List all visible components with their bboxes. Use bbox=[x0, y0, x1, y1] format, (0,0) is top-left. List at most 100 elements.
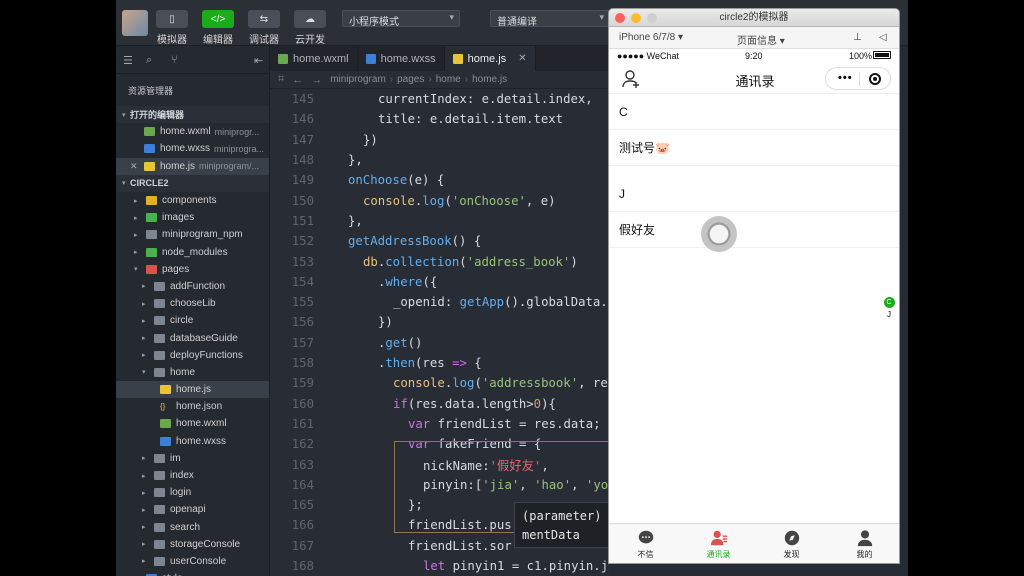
chevron-right-icon[interactable]: ▸ bbox=[134, 197, 142, 205]
tree-item[interactable]: ▸ miniprogram_npm bbox=[116, 226, 269, 243]
index-letter[interactable]: J bbox=[883, 310, 895, 319]
tree-item[interactable]: ▸ im bbox=[116, 450, 269, 467]
tab-messages[interactable]: 不信 bbox=[609, 524, 682, 563]
code-line[interactable]: 151}, bbox=[270, 211, 610, 231]
simulator-toggle-button[interactable]: ▯ bbox=[156, 10, 188, 28]
minimize-window-icon[interactable] bbox=[631, 13, 641, 23]
code-line[interactable]: 158 .then(res => { bbox=[270, 353, 610, 373]
code-line[interactable]: 145 currentIndex: e.detail.index, bbox=[270, 89, 610, 109]
code-line[interactable]: 154 .where({ bbox=[270, 272, 610, 292]
open-editor-item[interactable]: home.wxss miniprogra... bbox=[116, 140, 269, 157]
chevron-right-icon[interactable]: ▸ bbox=[142, 282, 150, 290]
contact-item[interactable]: 假好友 bbox=[609, 212, 899, 248]
tree-item[interactable]: ▸ openapi bbox=[116, 501, 269, 518]
debugger-toggle-button[interactable]: ⇆ bbox=[248, 10, 280, 28]
tree-item[interactable]: ▸ node_modules bbox=[116, 244, 269, 261]
branch-icon[interactable]: ⑂ bbox=[171, 54, 178, 66]
chevron-right-icon[interactable]: ▸ bbox=[134, 231, 142, 239]
chevron-right-icon[interactable]: ▸ bbox=[142, 489, 150, 497]
tree-item[interactable]: {} home.json bbox=[116, 398, 269, 415]
code-line[interactable]: 160 if(res.data.length>0){ bbox=[270, 394, 610, 414]
tree-item[interactable]: home.wxml bbox=[116, 415, 269, 432]
user-avatar[interactable] bbox=[122, 10, 148, 36]
close-icon[interactable]: ✕ bbox=[518, 53, 526, 64]
chevron-down-icon[interactable]: ▾ bbox=[134, 265, 142, 273]
chevron-right-icon[interactable]: ▸ bbox=[142, 300, 150, 308]
project-header[interactable]: ▾ CIRCLE2 bbox=[116, 174, 269, 192]
chevron-right-icon[interactable]: ▸ bbox=[142, 454, 150, 462]
tree-item[interactable]: ▸ search bbox=[116, 519, 269, 536]
open-editor-item[interactable]: home.js miniprogram/... ✕ bbox=[116, 157, 269, 175]
more-icon[interactable]: ••• bbox=[838, 72, 853, 84]
code-line[interactable]: 153 db.collection('address_book') bbox=[270, 251, 610, 271]
code-line[interactable]: 155 _openid: getApp().globalData. bbox=[270, 292, 610, 312]
compile-select[interactable]: 普通编译 bbox=[490, 10, 610, 28]
tree-item[interactable]: ▸ chooseLib bbox=[116, 295, 269, 312]
list-icon[interactable]: ☰ bbox=[123, 54, 133, 67]
sound-icon[interactable]: ◁ bbox=[879, 32, 887, 43]
tree-item[interactable]: ▸style bbox=[116, 570, 269, 576]
tree-item[interactable]: home.js bbox=[116, 381, 269, 399]
tab-home-wxss[interactable]: home.wxss bbox=[358, 46, 445, 71]
chevron-right-icon[interactable]: ▸ bbox=[142, 317, 150, 325]
tree-item[interactable]: ▾ pages bbox=[116, 261, 269, 278]
tree-item[interactable]: ▸ storageConsole bbox=[116, 536, 269, 553]
close-window-icon[interactable] bbox=[615, 13, 625, 23]
chevron-right-icon[interactable]: ▸ bbox=[142, 472, 150, 480]
tree-item[interactable]: ▸ components bbox=[116, 192, 269, 209]
chevron-right-icon[interactable]: ▸ bbox=[134, 248, 142, 256]
back-arrow-icon[interactable]: ← bbox=[292, 74, 303, 86]
alphabet-index-bar[interactable]: C J bbox=[883, 297, 895, 319]
close-miniprogram-icon[interactable] bbox=[869, 73, 881, 85]
close-icon[interactable]: ✕ bbox=[130, 161, 138, 172]
chevron-right-icon[interactable]: ▸ bbox=[142, 540, 150, 548]
tree-item[interactable]: ▸ databaseGuide bbox=[116, 329, 269, 346]
code-line[interactable]: 157 .get() bbox=[270, 333, 610, 353]
tree-item[interactable]: ▸ deployFunctions bbox=[116, 347, 269, 364]
tab-home-js[interactable]: home.js ✕ bbox=[444, 46, 536, 71]
chevron-right-icon[interactable]: ▸ bbox=[134, 214, 142, 222]
code-line[interactable]: 147}) bbox=[270, 130, 610, 150]
tab-me[interactable]: 我的 bbox=[828, 524, 899, 563]
tree-item[interactable]: ▸ images bbox=[116, 209, 269, 226]
chevron-down-icon[interactable]: ▾ bbox=[142, 368, 150, 376]
code-line[interactable]: 146 title: e.detail.item.text bbox=[270, 109, 610, 129]
zoom-window-icon[interactable] bbox=[647, 13, 657, 23]
chevron-right-icon[interactable]: ▸ bbox=[142, 506, 150, 514]
code-line[interactable]: 164 pinyin:['jia', 'hao', 'yo bbox=[270, 475, 610, 495]
tree-item[interactable]: home.wxss bbox=[116, 433, 269, 450]
code-line[interactable]: 168 let pinyin1 = c1.pinyin.j bbox=[270, 556, 610, 576]
collapse-icon[interactable]: ⇤ bbox=[254, 54, 263, 67]
code-line[interactable]: 150 console.log('onChoose', e) bbox=[270, 191, 610, 211]
chevron-right-icon[interactable]: ▸ bbox=[142, 351, 150, 359]
tree-item[interactable]: ▸ index bbox=[116, 467, 269, 484]
breadcrumb-item[interactable]: home bbox=[436, 74, 461, 85]
tab-contacts[interactable]: 通讯录 bbox=[682, 524, 755, 563]
tab-home-wxml[interactable]: home.wxml bbox=[270, 46, 358, 71]
tree-item[interactable]: ▸ addFunction bbox=[116, 278, 269, 295]
code-line[interactable]: 161 var friendList = res.data; bbox=[270, 414, 610, 434]
code-line[interactable]: 159 console.log('addressbook', re bbox=[270, 373, 610, 393]
tree-item[interactable]: ▸ userConsole bbox=[116, 553, 269, 570]
tree-item[interactable]: ▸ circle bbox=[116, 312, 269, 329]
device-select[interactable]: iPhone 6/7/8 ▾ bbox=[619, 32, 683, 43]
open-editor-item[interactable]: home.wxml miniprogr... bbox=[116, 123, 269, 140]
chevron-right-icon[interactable]: ▸ bbox=[142, 557, 150, 565]
tab-discover[interactable]: 发现 bbox=[755, 524, 828, 563]
editor-toggle-button[interactable]: </> bbox=[202, 10, 234, 28]
cloud-dev-button[interactable]: ☁ bbox=[294, 10, 326, 28]
forward-arrow-icon[interactable]: → bbox=[311, 74, 322, 86]
code-line[interactable]: 156}) bbox=[270, 312, 610, 332]
bookmark-icon[interactable]: ⌗ bbox=[278, 73, 284, 86]
breadcrumb-item[interactable]: home.js bbox=[472, 74, 507, 85]
open-editors-header[interactable]: ▾ 打开的编辑器 bbox=[116, 106, 269, 124]
search-icon[interactable]: ⌕ bbox=[146, 54, 152, 67]
code-line[interactable]: 152 getAddressBook() { bbox=[270, 231, 610, 251]
breadcrumb-item[interactable]: miniprogram bbox=[330, 74, 386, 85]
pin-icon[interactable]: ⊥ bbox=[853, 32, 862, 43]
breadcrumb-item[interactable]: pages bbox=[397, 74, 424, 85]
contact-item[interactable]: 测试号🐷 bbox=[609, 130, 899, 166]
tree-item[interactable]: ▾ home bbox=[116, 364, 269, 381]
tree-item[interactable]: ▸ login bbox=[116, 484, 269, 501]
index-letter-active[interactable]: C bbox=[883, 297, 895, 308]
